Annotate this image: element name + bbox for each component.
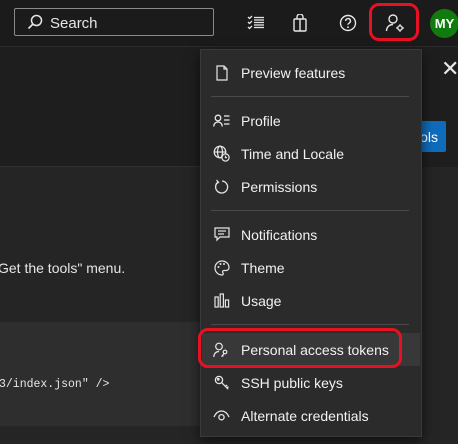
chat-icon xyxy=(213,226,230,243)
code-snippet-text: 3/index.json" /> xyxy=(0,378,110,391)
search-input[interactable]: Search xyxy=(50,15,98,32)
menu-item-label: Permissions xyxy=(241,178,318,195)
palette-icon xyxy=(213,259,230,276)
user-settings-menu: Preview features Profile Time and Locale… xyxy=(200,49,422,437)
menu-item-label: Notifications xyxy=(241,226,318,243)
menu-item-label: Usage xyxy=(241,292,282,309)
instruction-text: Get the tools" menu. xyxy=(0,260,126,276)
menu-item-label: Time and Locale xyxy=(241,145,344,162)
menu-item-label: Theme xyxy=(241,259,285,276)
top-bar: Search MY xyxy=(0,0,458,47)
menu-item-label: Profile xyxy=(241,112,281,129)
code-snippet-block xyxy=(0,322,200,426)
menu-item-label: SSH public keys xyxy=(241,374,343,391)
eye-icon xyxy=(213,407,230,424)
help-icon[interactable] xyxy=(337,12,359,34)
document-icon xyxy=(213,64,230,81)
menu-separator xyxy=(211,210,409,211)
panel-background xyxy=(438,170,458,444)
search-icon xyxy=(27,14,43,35)
menu-separator xyxy=(211,96,409,97)
personal-access-tokens-highlight xyxy=(198,328,402,368)
menu-item-time-and-locale[interactable]: Time and Locale xyxy=(202,137,420,170)
globe-clock-icon xyxy=(213,145,230,162)
get-tools-button-label: ols xyxy=(420,128,438,145)
menu-item-preview-features[interactable]: Preview features xyxy=(202,56,420,89)
key-icon xyxy=(213,374,230,391)
menu-item-label: Preview features xyxy=(241,64,346,81)
menu-item-theme[interactable]: Theme xyxy=(202,251,420,284)
menu-item-permissions[interactable]: Permissions xyxy=(202,170,420,203)
avatar[interactable]: MY xyxy=(430,9,458,38)
menu-separator xyxy=(211,324,409,325)
close-icon[interactable]: ✕ xyxy=(441,58,458,80)
menu-item-usage[interactable]: Usage xyxy=(202,284,420,317)
bar-chart-icon xyxy=(213,292,230,309)
menu-item-notifications[interactable]: Notifications xyxy=(202,218,420,251)
menu-item-alternate-credentials[interactable]: Alternate credentials xyxy=(202,399,420,432)
user-settings-highlight xyxy=(369,3,419,41)
menu-item-profile[interactable]: Profile xyxy=(202,104,420,137)
menu-item-label: Alternate credentials xyxy=(241,407,369,424)
refresh-icon xyxy=(213,178,230,195)
menu-item-ssh-public-keys[interactable]: SSH public keys xyxy=(202,366,420,399)
search-box[interactable]: Search xyxy=(14,8,214,36)
task-list-icon[interactable] xyxy=(245,12,267,34)
profile-icon xyxy=(213,112,230,129)
marketplace-bag-icon[interactable] xyxy=(289,12,311,34)
